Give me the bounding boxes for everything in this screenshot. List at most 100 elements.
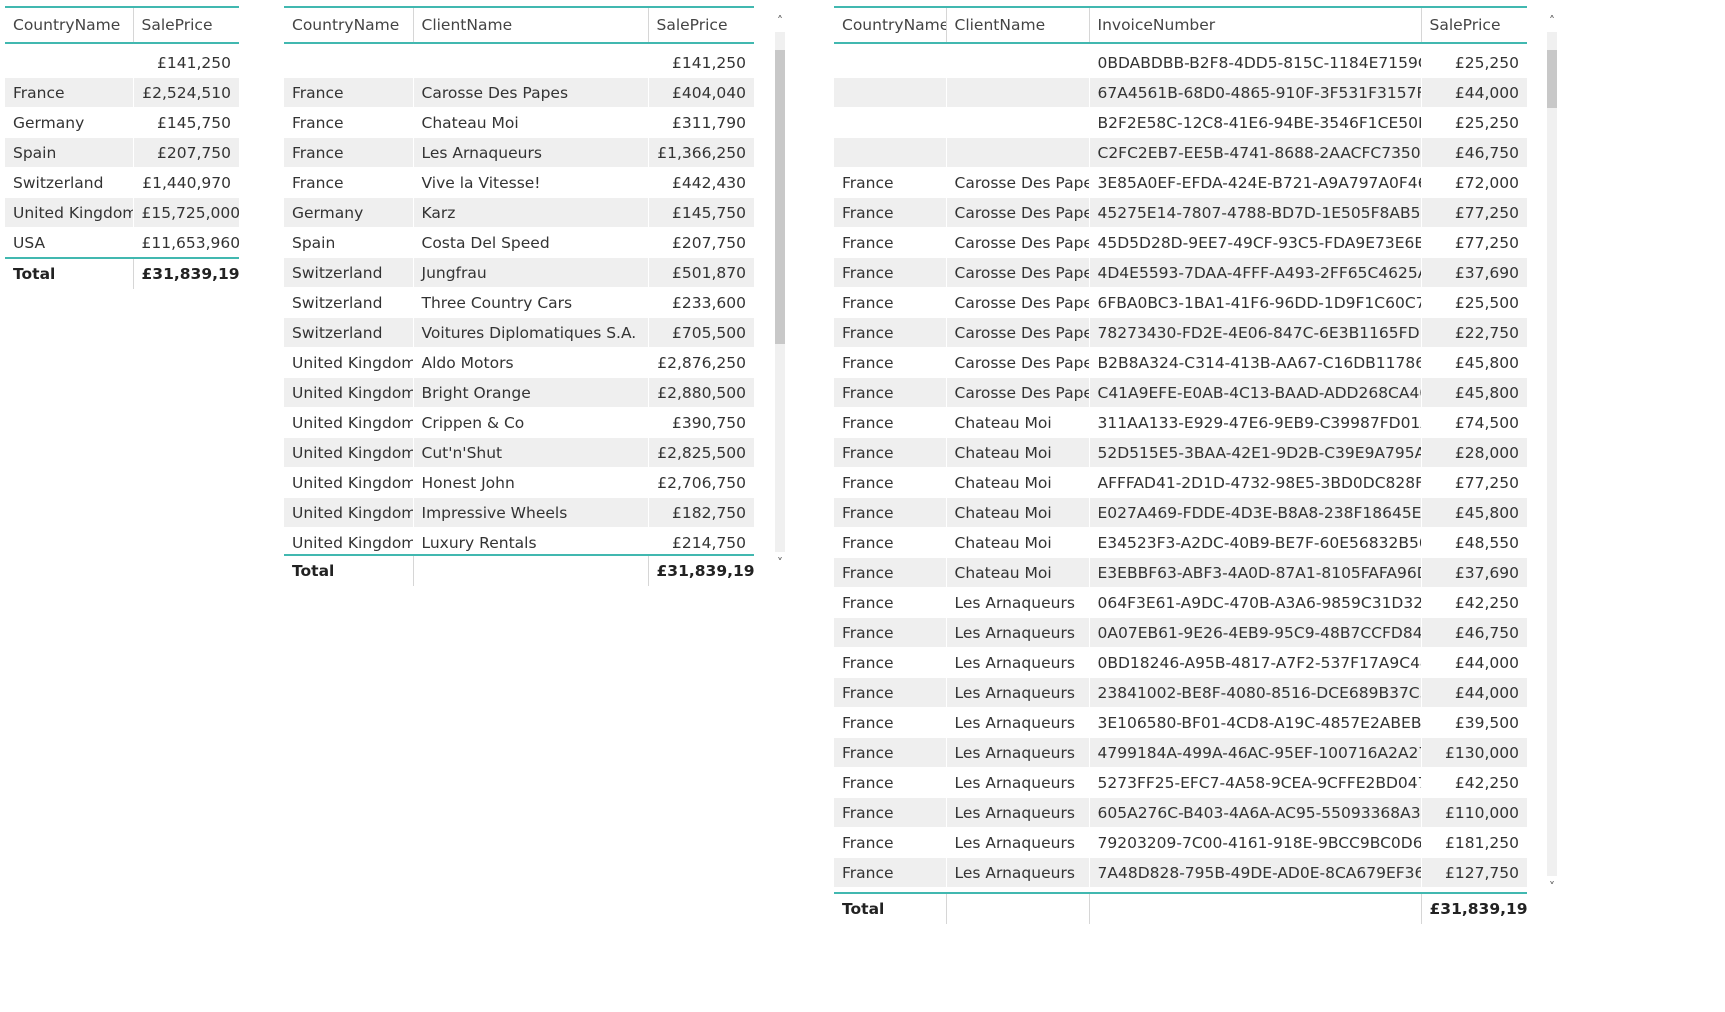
column-header[interactable]: SalePrice <box>647 6 754 44</box>
table-cell: USA <box>5 227 133 259</box>
column-header[interactable]: CountryName <box>5 6 133 44</box>
table-row[interactable]: £141,250 <box>5 43 239 78</box>
table-cell: 6FBA0BC3-1BA1-41F6-96DD-1D9F1C60C79C <box>1088 287 1421 318</box>
table-cell: Chateau Moi <box>945 407 1089 438</box>
scroll-up-arrow-icon[interactable]: ˄ <box>1544 14 1560 28</box>
table-cell: United Kingdom <box>284 407 413 438</box>
table-visual-country-client-sales[interactable]: CountryName ClientName SalePrice £141,250 F… <box>284 6 788 587</box>
table-row[interactable]: France Carosse Des Papes 45275E14-7807-478… <box>834 197 1527 228</box>
table-cell: Les Arnaqueurs <box>945 707 1089 738</box>
table-row[interactable]: France Carosse Des Papes C41A9EFE-E0AB-4C1… <box>834 377 1527 408</box>
table3-scroll-thumb[interactable] <box>1547 50 1557 108</box>
table-row[interactable]: France Chateau Moi E027A469-FDDE-4D3E-B8A8… <box>834 497 1527 528</box>
table-visual-country-sales[interactable]: CountryName SalePrice £141,250 France £2,52… <box>5 6 239 290</box>
table-row[interactable]: France Carosse Des Papes 3E85A0EF-EFDA-424… <box>834 167 1527 198</box>
table-row[interactable]: France Les Arnaqueurs 7A48D828-795B-49DE-A… <box>834 857 1527 888</box>
table2-scroll-thumb[interactable] <box>775 50 785 344</box>
table-cell: 4D4E5593-7DAA-4FFF-A493-2FF65C4625A1 <box>1088 257 1421 288</box>
table-row[interactable]: United Kingdom Luxury Rentals £214,750 <box>284 527 754 554</box>
table-row[interactable]: France Les Arnaqueurs 79203209-7C00-4161-9… <box>834 827 1527 858</box>
table-row[interactable]: B2F2E58C-12C8-41E6-94BE-3546F1CE50FD £25,… <box>834 107 1527 138</box>
scroll-down-arrow-icon[interactable]: ˅ <box>772 556 788 570</box>
invoice-table-body-viewport[interactable]: 0BDABDBB-B2F8-4DD5-815C-1184E7159C0D £25,… <box>834 44 1527 892</box>
table-row[interactable]: France Les Arnaqueurs 064F3E61-A9DC-470B-A… <box>834 587 1527 618</box>
table-row[interactable]: United Kingdom Bright Orange £2,880,500 <box>284 377 754 408</box>
column-header[interactable]: SalePrice <box>1420 6 1527 44</box>
column-header[interactable]: CountryName <box>834 6 946 44</box>
table-cell: France <box>834 407 946 438</box>
table-cell: United Kingdom <box>284 497 413 528</box>
column-header[interactable]: InvoiceNumber <box>1088 6 1421 44</box>
table-row[interactable]: Germany £145,750 <box>5 107 239 138</box>
table-row[interactable]: United Kingdom Cut'n'Shut £2,825,500 <box>284 437 754 468</box>
table-row[interactable]: France Les Arnaqueurs 5273FF25-EFC7-4A58-9… <box>834 767 1527 798</box>
table-row[interactable]: £141,250 <box>284 44 754 78</box>
scroll-down-arrow-icon[interactable]: ˅ <box>1544 880 1560 894</box>
table-row[interactable]: United Kingdom Honest John £2,706,750 <box>284 467 754 498</box>
table-row[interactable]: France £2,524,510 <box>5 77 239 108</box>
table-row[interactable]: C2FC2EB7-EE5B-4741-8688-2AACFC735094 £46,… <box>834 137 1527 168</box>
table-row[interactable]: France Chateau Moi 311AA133-E929-47E6-9EB9… <box>834 407 1527 438</box>
table-row[interactable]: 0BDABDBB-B2F8-4DD5-815C-1184E7159C0D £25,… <box>834 44 1527 78</box>
table2-vertical-scrollbar[interactable]: ˄ ˅ <box>772 14 788 570</box>
table-row[interactable]: France Chateau Moi AFFFAD41-2D1D-4732-98E5… <box>834 467 1527 498</box>
table-row[interactable]: United Kingdom Impressive Wheels £182,750 <box>284 497 754 528</box>
table-row[interactable]: Spain Costa Del Speed £207,750 <box>284 227 754 258</box>
table-cell: 23841002-BE8F-4080-8516-DCE689B37C50 <box>1088 677 1421 708</box>
table-row[interactable]: France Vive la Vitesse! £442,430 <box>284 167 754 198</box>
table-row[interactable]: France Les Arnaqueurs 0A07EB61-9E26-4EB9-9… <box>834 617 1527 648</box>
table-cell: Crippen & Co <box>412 407 648 438</box>
table-cell: Chateau Moi <box>412 107 648 138</box>
table-row[interactable]: Germany Karz £145,750 <box>284 197 754 228</box>
table-cell: France <box>834 797 946 828</box>
table-cell: Les Arnaqueurs <box>945 737 1089 768</box>
table-cell: France <box>834 527 946 558</box>
column-header[interactable]: ClientName <box>412 6 648 44</box>
table-cell: France <box>834 677 946 708</box>
table-cell: £45,800 <box>1420 347 1527 378</box>
table-cell: France <box>834 347 946 378</box>
table-row[interactable]: France Chateau Moi £311,790 <box>284 107 754 138</box>
table-visual-invoice-sales[interactable]: CountryName ClientName InvoiceNumber SalePr… <box>834 6 1564 925</box>
table-row[interactable]: France Carosse Des Papes 78273430-FD2E-4E0… <box>834 317 1527 348</box>
table-row[interactable]: France Les Arnaqueurs 0BD18246-A95B-4817-A… <box>834 647 1527 678</box>
table-row[interactable]: United Kingdom £15,725,000 <box>5 197 239 228</box>
column-header[interactable]: CountryName <box>284 6 413 44</box>
table-row[interactable]: Switzerland £1,440,970 <box>5 167 239 198</box>
table-row[interactable]: Switzerland Three Country Cars £233,600 <box>284 287 754 318</box>
table-row[interactable]: France Carosse Des Papes 4D4E5593-7DAA-4FF… <box>834 257 1527 288</box>
table-row[interactable]: France Carosse Des Papes 6FBA0BC3-1BA1-41F… <box>834 287 1527 318</box>
table-row[interactable]: France Les Arnaqueurs £1,366,250 <box>284 137 754 168</box>
table-cell: £37,690 <box>1420 257 1527 288</box>
column-header[interactable]: ClientName <box>945 6 1089 44</box>
table-row[interactable]: Spain £207,750 <box>5 137 239 168</box>
table-cell: 45D5D28D-9EE7-49CF-93C5-FDA9E73E6B4D <box>1088 227 1421 258</box>
table-cell: 064F3E61-A9DC-470B-A3A6-9859C31D321B <box>1088 587 1421 618</box>
table-row[interactable]: France Les Arnaqueurs 4799184A-499A-46AC-9… <box>834 737 1527 768</box>
table-row[interactable]: Switzerland Jungfrau £501,870 <box>284 257 754 288</box>
table-row[interactable]: FranceLes Arnaqueurs7D49EF49-27F5-4459-A… <box>834 887 1527 892</box>
table-cell: Honest John <box>412 467 648 498</box>
table-row[interactable]: France Les Arnaqueurs 605A276C-B403-4A6A-A… <box>834 797 1527 828</box>
table-row[interactable]: United Kingdom Aldo Motors £2,876,250 <box>284 347 754 378</box>
table-row[interactable]: Switzerland Voitures Diplomatiques S.A. £7… <box>284 317 754 348</box>
table3-vertical-scrollbar[interactable]: ˄ ˅ <box>1544 14 1560 894</box>
table-cell: 67A4561B-68D0-4865-910F-3F531F3157F5 <box>1088 77 1421 108</box>
table-row[interactable]: USA £11,653,960 <box>5 227 239 259</box>
table-cell: Les Arnaqueurs <box>945 767 1089 798</box>
table-row[interactable]: France Chateau Moi 52D515E5-3BAA-42E1-9D2B… <box>834 437 1527 468</box>
table-row[interactable]: United Kingdom Crippen & Co £390,750 <box>284 407 754 438</box>
table-row[interactable]: France Carosse Des Papes £404,040 <box>284 77 754 108</box>
table-cell: £442,430 <box>647 167 754 198</box>
table-row[interactable]: France Chateau Moi E3EBBF63-ABF3-4A0D-87A1… <box>834 557 1527 588</box>
table-row[interactable]: France Les Arnaqueurs 3E106580-BF01-4CD8-A… <box>834 707 1527 738</box>
table-row[interactable]: France Chateau Moi E34523F3-A2DC-40B9-BE7F… <box>834 527 1527 558</box>
country-client-table-body-viewport[interactable]: £141,250 France Carosse Des Papes £404,040 F… <box>284 44 754 554</box>
table-row[interactable]: 67A4561B-68D0-4865-910F-3F531F3157F5 £44,… <box>834 77 1527 108</box>
column-header[interactable]: SalePrice <box>132 6 239 44</box>
table-cell: France <box>834 857 946 888</box>
table-row[interactable]: France Carosse Des Papes B2B8A324-C314-413… <box>834 347 1527 378</box>
table-row[interactable]: France Les Arnaqueurs 23841002-BE8F-4080-8… <box>834 677 1527 708</box>
scroll-up-arrow-icon[interactable]: ˄ <box>772 14 788 28</box>
table-row[interactable]: France Carosse Des Papes 45D5D28D-9EE7-49C… <box>834 227 1527 258</box>
